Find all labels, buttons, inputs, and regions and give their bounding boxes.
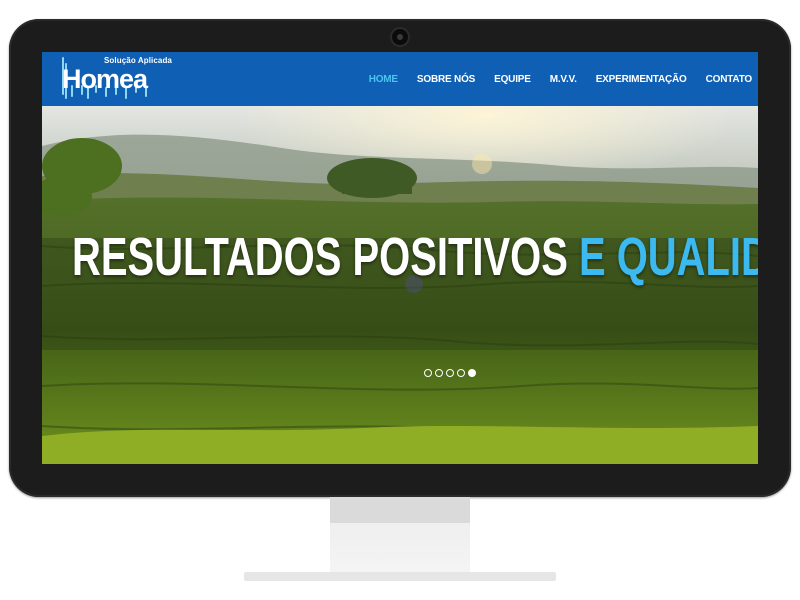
slider-dot-4[interactable] (457, 369, 465, 377)
nav-item-experimentacao[interactable]: EXPERIMENTAÇÃO (596, 74, 687, 85)
navbar: Solução Aplicada Homea HOME SOBRE NÓS EQ… (42, 52, 758, 106)
webcam-icon (392, 29, 408, 45)
monitor-stand (330, 497, 470, 572)
nav-item-equipe[interactable]: EQUIPE (494, 74, 531, 85)
main-nav: HOME SOBRE NÓS EQUIPE M.V.V. EXPERIMENTA… (350, 52, 752, 106)
slider-dot-2[interactable] (435, 369, 443, 377)
headline-white-text: RESULTADOS POSITIVOS (72, 227, 568, 287)
nav-item-home[interactable]: HOME (369, 74, 398, 85)
nav-item-contato[interactable]: CONTATO (706, 74, 753, 85)
slider-dot-1[interactable] (424, 369, 432, 377)
logo-wordmark: Homea (62, 64, 148, 94)
nav-item-sobre-nos[interactable]: SOBRE NÓS (417, 74, 475, 85)
slider-pagination (424, 369, 476, 377)
nav-item-mvv[interactable]: M.V.V. (550, 74, 577, 85)
hero-headline: RESULTADOS POSITIVOS E QUALIDA (72, 226, 758, 288)
logo[interactable]: Solução Aplicada Homea (60, 56, 172, 100)
slider-dot-5[interactable] (468, 369, 476, 377)
hero-slider: RESULTADOS POSITIVOS E QUALIDA (42, 106, 758, 464)
slider-dot-3[interactable] (446, 369, 454, 377)
screen: Solução Aplicada Homea HOME SOBRE NÓS EQ… (42, 52, 758, 464)
monitor-base (244, 572, 556, 581)
headline-blue-text: E QUALIDA (578, 227, 758, 287)
